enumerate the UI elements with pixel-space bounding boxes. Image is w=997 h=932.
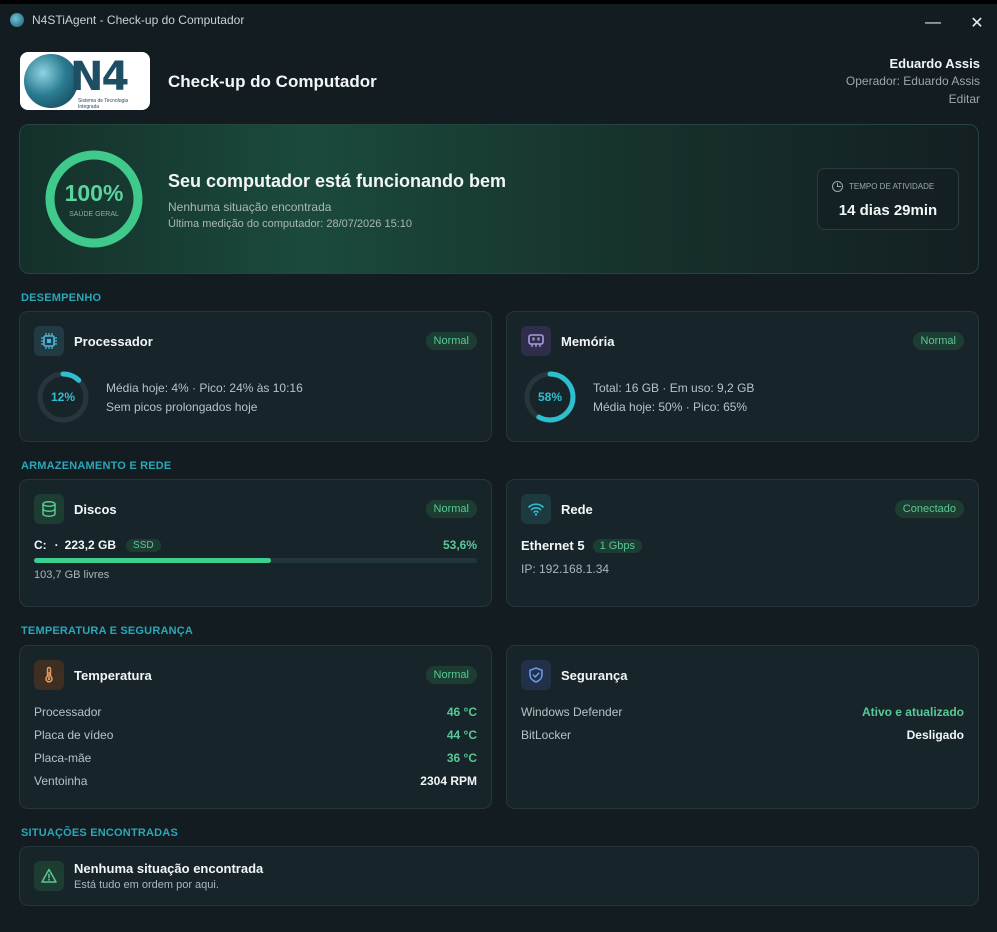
section-issues: SITUAÇÕES ENCONTRADAS — [21, 827, 178, 839]
uptime-box: TEMPO DE ATIVIDADE 14 dias 29min — [817, 168, 959, 230]
temperature-row-value: 2304 RPM — [420, 774, 477, 788]
uptime-value: 14 dias 29min — [838, 202, 938, 219]
memory-title: Memória — [561, 334, 615, 349]
network-status-badge: Conectado — [894, 500, 964, 518]
disks-title: Discos — [74, 502, 117, 517]
memory-stats: Total: 16 GB · Em uso: 9,2 GB — [593, 381, 755, 395]
memory-usage-percent: 58% — [537, 390, 563, 404]
health-summary-card: 100% SAÚDE GERAL Seu computador está fun… — [19, 124, 979, 274]
logo-text: N4 — [70, 54, 129, 100]
page-title: Check-up do Computador — [168, 72, 377, 91]
minimize-icon: — — [925, 14, 941, 31]
close-icon: ✕ — [970, 15, 984, 32]
cpu-stats: Média hoje: 4% · Pico: 24% às 10:16 — [106, 381, 303, 395]
header: N4 Sistema de Tecnologia Integrada Check… — [20, 52, 980, 112]
edit-link[interactable]: Editar — [846, 92, 980, 106]
issues-subtitle: Está tudo em ordem por aqui. — [74, 879, 219, 891]
thermometer-icon — [34, 660, 64, 690]
temperature-row-value: 36 °C — [446, 751, 477, 765]
security-card: Segurança Windows Defender Ativo e atual… — [506, 645, 979, 809]
security-row: BitLocker Desligado — [521, 728, 964, 742]
temperature-row: Processador 46 °C — [34, 705, 477, 719]
cpu-title: Processador — [74, 334, 153, 349]
health-percent: 100% — [64, 180, 124, 206]
memory-averages: Média hoje: 50% · Pico: 65% — [593, 400, 748, 414]
network-title: Rede — [561, 502, 593, 517]
security-row: Windows Defender Ativo e atualizado — [521, 705, 964, 719]
window-title: N4STiAgent - Check-up do Computador — [32, 13, 245, 27]
shield-icon — [521, 660, 551, 690]
section-performance: DESEMPENHO — [21, 292, 102, 304]
issues-title: Nenhuma situação encontrada — [74, 861, 264, 876]
network-ip: IP: 192.168.1.34 — [521, 562, 610, 576]
temperature-title: Temperatura — [74, 668, 152, 683]
cpu-status-badge: Normal — [425, 332, 477, 350]
network-adapter-name: Ethernet 5 — [521, 538, 585, 553]
disks-card: Discos Normal C: · 223,2 GB SSD 53,6% 10… — [19, 479, 492, 607]
temperature-row: Ventoinha 2304 RPM — [34, 774, 477, 788]
cpu-card: Processador Normal 12% Média hoje: 4% · … — [19, 311, 492, 442]
disk-used-percent: 53,6% — [442, 538, 477, 552]
operator-label: Operador: Eduardo Assis — [845, 74, 980, 88]
memory-icon — [521, 326, 551, 356]
disk-separator: · — [54, 538, 59, 552]
database-icon — [34, 494, 64, 524]
uptime-label: TEMPO DE ATIVIDADE — [849, 182, 935, 191]
disk-row: C: · 223,2 GB SSD 53,6% — [34, 538, 477, 552]
clock-icon — [832, 181, 843, 192]
title-bar: N4STiAgent - Check-up do Computador — ✕ — [0, 0, 997, 36]
disk-usage-bar — [34, 558, 477, 563]
close-button[interactable]: ✕ — [957, 8, 997, 38]
health-subtitle: Nenhuma situação encontrada — [168, 200, 332, 214]
last-measurement: Última medição do computador: 28/07/2026… — [168, 218, 412, 230]
temperature-status-badge: Normal — [425, 666, 477, 684]
temperature-row: Placa-mãe 36 °C — [34, 751, 477, 765]
disk-drive-letter: C: — [34, 538, 47, 552]
temperature-row-value: 46 °C — [446, 705, 477, 719]
disk-usage-fill — [34, 558, 272, 563]
security-row-label: Windows Defender — [521, 705, 623, 719]
health-title: Seu computador está funcionando bem — [168, 171, 507, 191]
memory-card: Memória Normal 58% Total: 16 GB · Em uso… — [506, 311, 979, 442]
network-card: Rede Conectado Ethernet 5 1 Gbps IP: 192… — [506, 479, 979, 607]
section-storage-network: ARMAZENAMENTO E REDE — [21, 460, 172, 472]
warning-icon — [34, 861, 64, 891]
cpu-icon — [34, 326, 64, 356]
minimize-button[interactable]: — — [913, 8, 953, 38]
memory-status-badge: Normal — [912, 332, 964, 350]
wifi-icon — [521, 494, 551, 524]
security-row-label: BitLocker — [521, 728, 572, 742]
network-adapter-row: Ethernet 5 1 Gbps — [521, 538, 643, 553]
uptime-label-row: TEMPO DE ATIVIDADE — [832, 181, 934, 192]
logo-subtitle: Sistema de Tecnologia Integrada — [78, 98, 129, 110]
temperature-row-value: 44 °C — [446, 728, 477, 742]
issues-card: Nenhuma situação encontrada Está tudo em… — [19, 846, 979, 906]
disk-size: 223,2 GB — [64, 538, 117, 552]
disk-type-badge: SSD — [126, 538, 161, 552]
user-block: Eduardo Assis Operador: Eduardo Assis Ed… — [846, 56, 980, 106]
cpu-peaks: Sem picos prolongados hoje — [106, 400, 258, 414]
app-icon — [10, 13, 24, 27]
health-label: SAÚDE GERAL — [69, 211, 119, 218]
company-logo: N4 Sistema de Tecnologia Integrada — [20, 52, 150, 110]
disks-status-badge: Normal — [425, 500, 477, 518]
disk-free-space: 103,7 GB livres — [34, 569, 110, 581]
temperature-card: Temperatura Normal Processador 46 °C Pla… — [19, 645, 492, 809]
temperature-row-label: Placa-mãe — [34, 751, 92, 765]
section-temperature-security: TEMPERATURA E SEGURANÇA — [21, 625, 194, 637]
network-speed-badge: 1 Gbps — [592, 538, 643, 553]
temperature-row-label: Processador — [34, 705, 102, 719]
security-row-value: Desligado — [906, 728, 964, 742]
user-name: Eduardo Assis — [889, 56, 980, 71]
temperature-row-label: Placa de vídeo — [34, 728, 114, 742]
security-title: Segurança — [561, 668, 628, 683]
temperature-row-label: Ventoinha — [34, 774, 88, 788]
temperature-row: Placa de vídeo 44 °C — [34, 728, 477, 742]
cpu-usage-percent: 12% — [50, 390, 76, 404]
security-row-value: Ativo e atualizado — [861, 705, 964, 719]
